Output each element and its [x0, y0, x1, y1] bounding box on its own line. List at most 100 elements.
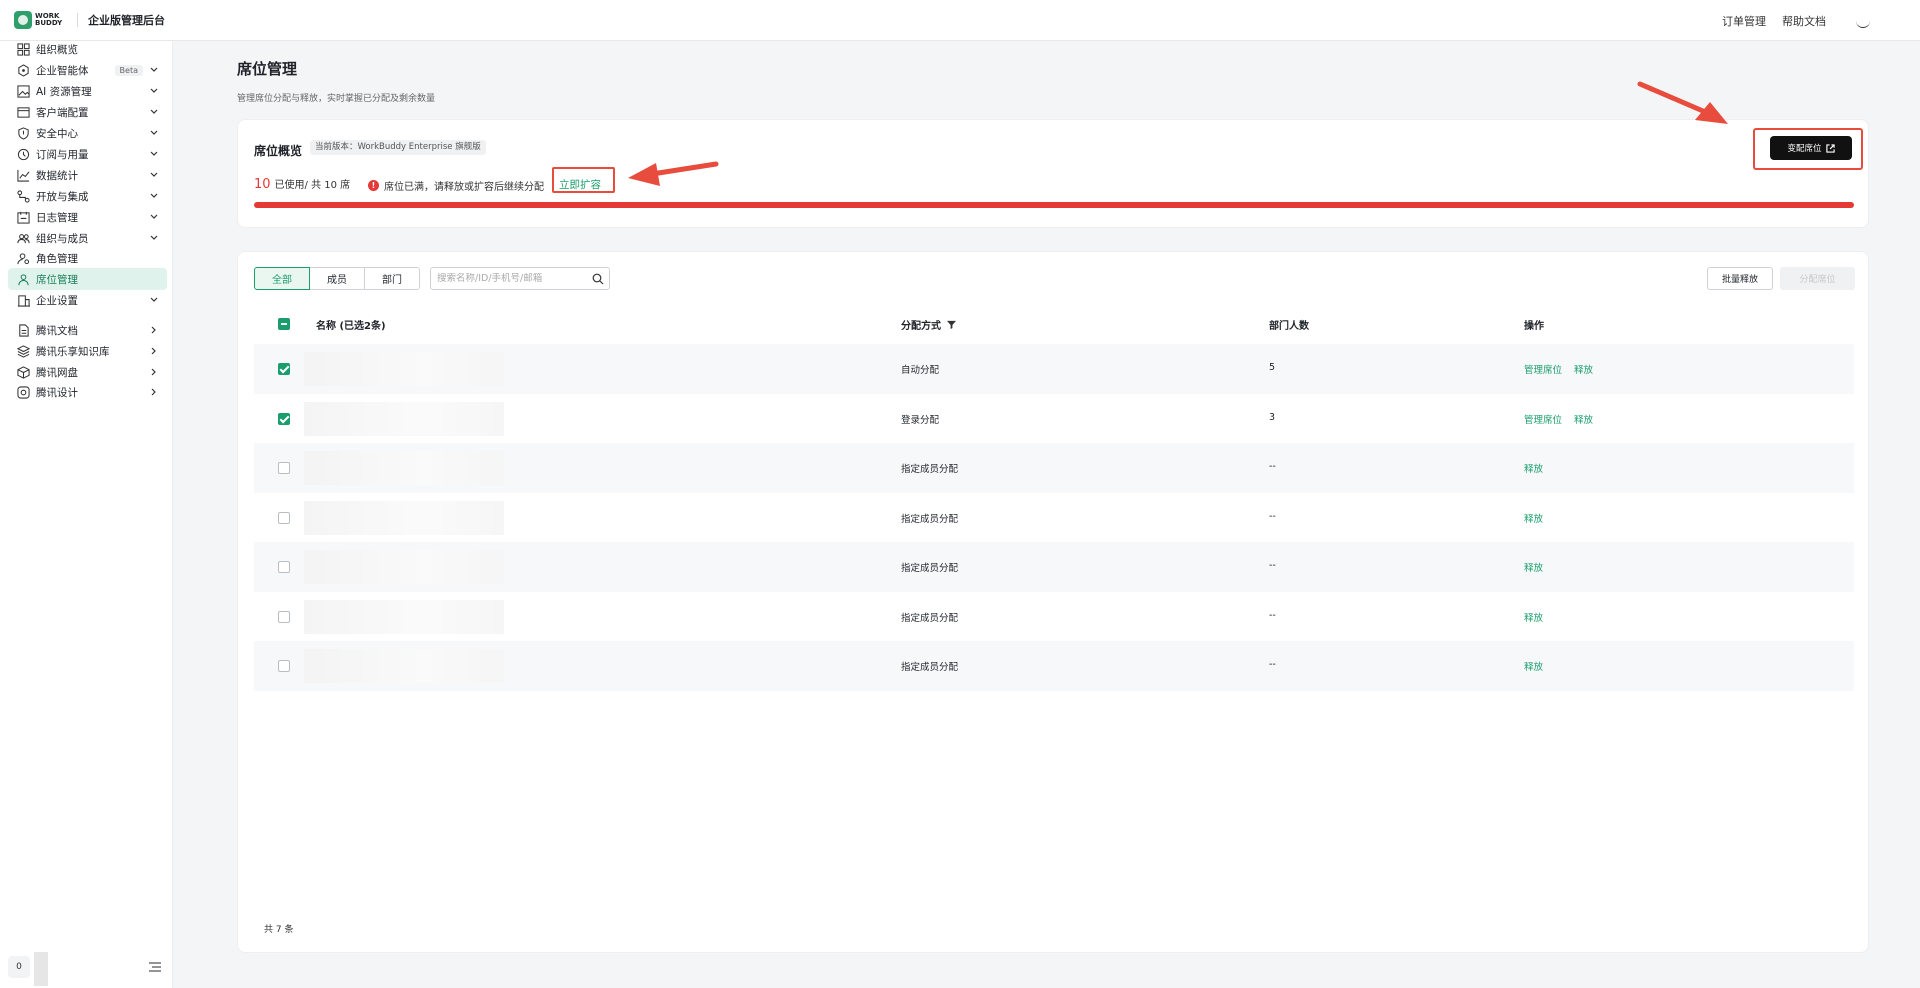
seat-progress-bar	[254, 202, 1854, 208]
dept-count: 5	[1269, 362, 1276, 373]
allocation-method: 指定成员分配	[901, 513, 959, 525]
table-row[interactable]: 指定成员分配 -- 释放	[254, 641, 1854, 691]
sidebar-item-13[interactable]: 腾讯文档	[8, 319, 167, 341]
chevron-down-icon	[149, 151, 159, 157]
table-header: 名称 (已选2条) 分配方式 部门人数 操作	[254, 310, 1854, 338]
release-link[interactable]: 释放	[1524, 514, 1543, 525]
table-row[interactable]: 自动分配 5 管理席位 释放	[254, 344, 1854, 394]
brand[interactable]: WORK BUDDY 企业版管理后台	[14, 11, 165, 29]
sidebar-item-label: 腾讯设计	[36, 386, 78, 399]
chevron-right-icon	[149, 388, 159, 396]
release-link[interactable]: 释放	[1524, 464, 1543, 475]
order-management-link[interactable]: 订单管理	[1722, 13, 1766, 29]
release-link[interactable]: 释放	[1524, 662, 1543, 673]
table-row[interactable]: 指定成员分配 -- 释放	[254, 542, 1854, 592]
sidebar-item-label: 腾讯网盘	[36, 366, 78, 379]
sidebar-item-3[interactable]: 客户端配置	[8, 101, 167, 123]
sidebar-item-11[interactable]: 席位管理	[8, 268, 167, 290]
release-link[interactable]: 释放	[1524, 613, 1543, 624]
user-avatar[interactable]	[1856, 14, 1870, 28]
table-row[interactable]: 指定成员分配 -- 释放	[254, 592, 1854, 642]
sidebar-item-9[interactable]: 组织与成员	[8, 227, 167, 249]
building-icon	[16, 293, 30, 307]
sidebar-item-8[interactable]: 日志管理	[8, 206, 167, 228]
row-actions: 释放	[1524, 511, 1555, 525]
redacted-name	[304, 500, 504, 535]
dept-count: 3	[1269, 411, 1276, 423]
seat-overview-card: 席位概览 当前版本：WorkBuddy Enterprise 旗舰版 10 已使…	[237, 119, 1869, 228]
sidebar-item-label: 客户端配置	[36, 106, 89, 119]
seat-icon	[16, 272, 30, 286]
table-row[interactable]: 指定成员分配 -- 释放	[254, 443, 1854, 493]
select-all-checkbox[interactable]	[278, 318, 290, 330]
manage-seat-link[interactable]: 管理席位	[1524, 365, 1562, 376]
manage-seat-link[interactable]: 管理席位	[1524, 415, 1562, 426]
redacted-name	[304, 352, 504, 386]
sidebar-item-5[interactable]: 订阅与用量	[8, 143, 167, 165]
beta-badge: Beta	[114, 64, 143, 76]
sidebar-item-1[interactable]: 企业智能体 Beta	[8, 59, 167, 81]
table-row[interactable]: 指定成员分配 -- 释放	[254, 493, 1854, 543]
allocation-method: 指定成员分配	[901, 662, 959, 673]
sidebar: 组织概览 企业智能体 Beta AI 资源管理客户端配置安全中心 订阅与用量 数据统计 开放…	[0, 41, 173, 988]
search-icon[interactable]	[592, 273, 604, 285]
image-icon	[16, 84, 30, 98]
change-seat-button[interactable]: 变配席位	[1770, 136, 1852, 160]
search-input[interactable]	[437, 273, 587, 284]
help-docs-link[interactable]: 帮助文档	[1782, 13, 1826, 29]
sidebar-item-12[interactable]: 企业设置	[8, 289, 167, 311]
sidebar-item-10[interactable]: 角色管理	[8, 247, 167, 269]
page-description: 管理席位分配与释放，实时掌握已分配及剩余数量	[237, 94, 436, 104]
sidebar-item-7[interactable]: 开放与集成	[8, 185, 167, 207]
expand-now-link[interactable]: 立即扩容	[559, 177, 601, 192]
brand-divider	[77, 13, 78, 27]
sidebar-item-16[interactable]: 腾讯设计	[8, 381, 167, 403]
collapse-menu-icon[interactable]	[149, 962, 161, 972]
filter-icon[interactable]	[947, 320, 957, 329]
row-checkbox[interactable]	[278, 462, 290, 474]
header-method-label: 分配方式	[901, 321, 941, 332]
row-checkbox[interactable]	[278, 561, 290, 573]
chevron-down-icon	[149, 235, 159, 241]
doc-icon	[16, 323, 30, 337]
row-checkbox[interactable]	[278, 660, 290, 672]
release-link[interactable]: 释放	[1524, 563, 1543, 574]
logo-text: WORK BUDDY	[35, 12, 63, 27]
sidebar-item-15[interactable]: 腾讯网盘	[8, 361, 167, 383]
sidebar-item-4[interactable]: 安全中心	[8, 122, 167, 144]
sidebar-item-14[interactable]: 腾讯乐享知识库	[8, 340, 167, 362]
layers-icon	[16, 344, 30, 358]
header-method[interactable]: 分配方式	[901, 317, 957, 332]
bulk-release-button[interactable]: 批量释放	[1707, 267, 1773, 290]
calendar-icon	[16, 210, 30, 224]
release-link[interactable]: 释放	[1574, 365, 1593, 376]
tab-all[interactable]: 全部	[254, 267, 310, 290]
sidebar-item-6[interactable]: 数据统计	[8, 164, 167, 186]
dept-count: --	[1269, 510, 1276, 522]
external-link-icon	[1825, 143, 1835, 153]
row-checkbox[interactable]	[278, 511, 290, 524]
warning-text: 席位已满，请释放或扩容后继续分配	[384, 182, 544, 193]
release-link[interactable]: 释放	[1574, 415, 1593, 426]
row-checkbox[interactable]	[278, 610, 290, 623]
dept-count: --	[1269, 461, 1276, 472]
org-avatar[interactable]: 0	[8, 956, 30, 978]
tab-departments[interactable]: 部门	[364, 267, 420, 290]
tab-members[interactable]: 成员	[309, 267, 365, 290]
row-checkbox[interactable]	[278, 363, 290, 375]
row-actions: 管理席位 释放	[1524, 412, 1605, 426]
redacted-name	[304, 451, 504, 485]
allocation-method: 指定成员分配	[901, 612, 959, 624]
allocation-method: 登录分配	[901, 414, 940, 426]
row-checkbox[interactable]	[278, 412, 290, 425]
sidebar-item-0[interactable]: 组织概览	[8, 38, 167, 60]
chevron-down-icon	[149, 214, 159, 220]
assign-seat-button[interactable]: 分配席位	[1780, 267, 1855, 290]
chevron-down-icon	[149, 88, 159, 94]
sidebar-item-2[interactable]: AI 资源管理	[8, 80, 167, 102]
org-name-block	[34, 952, 48, 986]
table-row[interactable]: 登录分配 3 管理席位 释放	[254, 394, 1854, 444]
flow-icon	[16, 189, 30, 203]
hexagon-icon	[16, 63, 30, 77]
chevron-right-icon	[149, 368, 159, 376]
